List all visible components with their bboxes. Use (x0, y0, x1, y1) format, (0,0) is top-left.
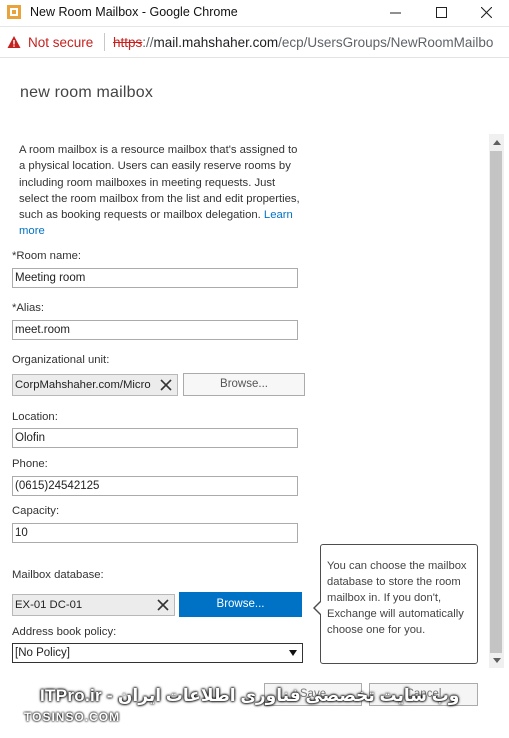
help-callout: You can choose the mailbox database to s… (320, 544, 478, 664)
url-scheme: https (113, 35, 143, 50)
address-separator (104, 33, 105, 51)
chevron-down-icon (289, 650, 297, 656)
page-title: new room mailbox (20, 84, 154, 101)
scroll-up-button[interactable] (489, 134, 504, 150)
watermark-text: ITPro.ir - وب سایت تخصصی فناوری اطلاعات … (40, 686, 460, 705)
url-scheme-separator: :// (142, 35, 154, 50)
minimize-icon (389, 12, 401, 14)
scroll-down-button[interactable] (489, 652, 504, 668)
not-secure-label[interactable]: Not secure (28, 35, 93, 50)
window-title: New Room Mailbox - Google Chrome (30, 5, 238, 19)
address-book-policy-select[interactable]: [No Policy] (12, 643, 303, 663)
clear-icon[interactable] (159, 378, 173, 392)
phone-label: Phone: (12, 458, 48, 470)
organizational-unit-label: Organizational unit: (12, 354, 110, 366)
address-bar[interactable]: Not secure https://mail.mahshaher.com/ec… (0, 27, 509, 58)
close-window-button[interactable] (463, 0, 509, 25)
window-title-bar: New Room Mailbox - Google Chrome (0, 0, 509, 27)
warning-icon (7, 36, 21, 48)
alias-label: *Alias: (12, 302, 45, 314)
minimize-button[interactable] (372, 0, 418, 25)
chevron-up-icon (492, 139, 501, 145)
alias-input[interactable]: meet.room (12, 320, 298, 340)
exchange-icon (7, 5, 21, 19)
url-text[interactable]: https://mail.mahshaher.com/ecp/UsersGrou… (113, 35, 509, 50)
room-name-label: *Room name: (12, 250, 82, 262)
phone-input[interactable]: (0615)24542125 (12, 476, 298, 496)
database-browse-button[interactable]: Browse... (179, 592, 302, 617)
mailbox-database-value: EX-01 DC-01 (15, 599, 83, 611)
description: A room mailbox is a resource mailbox tha… (19, 142, 304, 240)
room-name-input[interactable]: Meeting room (12, 268, 298, 288)
capacity-label: Capacity: (12, 505, 60, 517)
organizational-unit-value: CorpMahshaher.com/Micro (15, 379, 151, 391)
url-host: mail.mahshaher.com (153, 35, 279, 50)
watermark-subtext: TOSINSO.COM (24, 710, 121, 724)
description-text: A room mailbox is a resource mailbox tha… (19, 144, 300, 222)
ou-browse-button[interactable]: Browse... (183, 373, 305, 396)
callout-text: You can choose the mailbox database to s… (327, 560, 467, 636)
close-icon (480, 7, 492, 18)
scrollbar-thumb[interactable] (490, 151, 502, 653)
chevron-down-icon (492, 657, 501, 663)
capacity-input[interactable]: 10 (12, 523, 298, 543)
organizational-unit-field[interactable]: CorpMahshaher.com/Micro (12, 374, 178, 396)
maximize-icon (435, 7, 447, 18)
mailbox-database-field[interactable]: EX-01 DC-01 (12, 594, 175, 616)
address-book-policy-value: [No Policy] (15, 647, 70, 659)
location-input[interactable]: Olofin (12, 428, 298, 448)
mailbox-database-label: Mailbox database: (12, 569, 104, 581)
address-book-policy-label: Address book policy: (12, 626, 117, 638)
callout-pointer-inner (315, 601, 322, 615)
maximize-button[interactable] (418, 0, 464, 25)
location-label: Location: (12, 411, 58, 423)
url-path: /ecp/UsersGroups/NewRoomMailbo (278, 35, 494, 50)
clear-icon[interactable] (156, 598, 170, 612)
